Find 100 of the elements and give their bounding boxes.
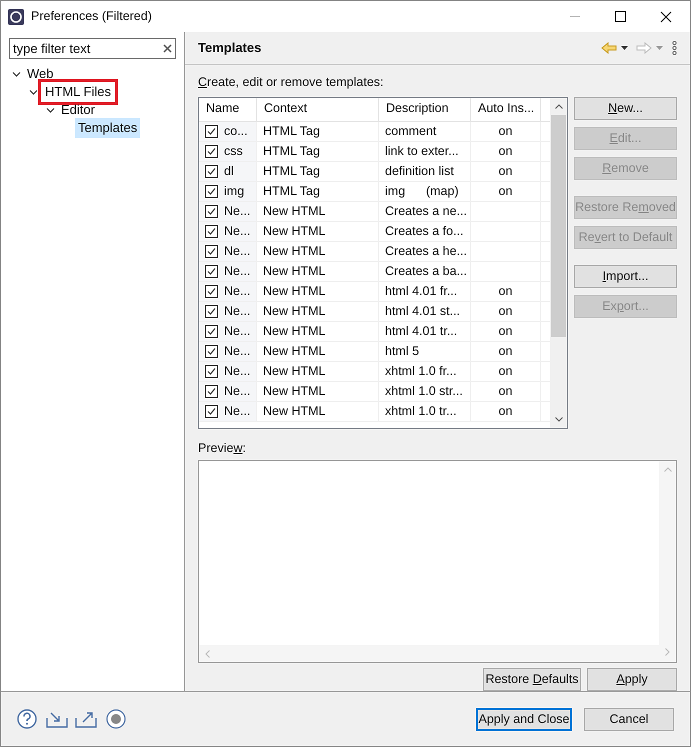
checkbox[interactable] xyxy=(205,204,218,218)
table-cell-text: New HTML xyxy=(263,282,326,300)
table-cell-text: Ne... xyxy=(224,262,250,280)
table-cell-text: New HTML xyxy=(263,242,326,260)
table-cell-text: Ne... xyxy=(224,282,250,300)
table-cell-text: on xyxy=(498,282,512,300)
table-cell-text: New HTML xyxy=(263,302,326,320)
checkbox[interactable] xyxy=(205,224,218,238)
checkbox[interactable] xyxy=(205,404,218,418)
table-cell-text: comment xyxy=(385,122,436,140)
table-cell-text: html 4.01 fr... xyxy=(385,282,458,300)
scrollbar[interactable] xyxy=(550,98,567,428)
table-cell-text: dl xyxy=(224,162,234,180)
intro-text: Create, edit or remove templates: xyxy=(198,74,385,91)
checkbox[interactable] xyxy=(205,244,218,258)
table-cell-text: on xyxy=(498,382,512,400)
column-header[interactable]: Auto Ins... xyxy=(471,98,541,121)
close-icon[interactable] xyxy=(660,10,672,22)
table-cell-text: New HTML xyxy=(263,262,326,280)
table-cell-text: on xyxy=(498,322,512,340)
checkbox[interactable] xyxy=(205,124,218,138)
scroll-up-icon[interactable] xyxy=(554,104,562,109)
table-cell-text: New HTML xyxy=(263,222,326,240)
tree-item[interactable]: HTML Files xyxy=(41,82,115,102)
column-header[interactable]: Description xyxy=(379,98,471,121)
checkbox[interactable] xyxy=(205,324,218,338)
table-cell-text: img xyxy=(224,182,244,200)
record-icon[interactable] xyxy=(106,709,126,729)
app-icon xyxy=(7,8,25,26)
table-cell-text: co... xyxy=(224,122,248,140)
table-cell-text: on xyxy=(498,302,512,320)
checkbox[interactable] xyxy=(205,304,218,318)
table-cell-text: xhtml 1.0 str... xyxy=(385,382,463,400)
table-cell-text: Creates a ne... xyxy=(385,202,467,220)
scroll-down-icon[interactable] xyxy=(554,416,562,422)
table-cell-text: Ne... xyxy=(224,362,250,380)
table-cell-text: on xyxy=(498,162,512,180)
column-header[interactable]: Name xyxy=(199,98,257,121)
table-cell-text: New HTML xyxy=(263,202,326,220)
table-cell-text: Ne... xyxy=(224,322,250,340)
table-cell-text: HTML Tag xyxy=(263,142,320,160)
table-cell-text: definition list xyxy=(385,162,454,180)
tree-item[interactable]: Templates xyxy=(75,118,140,138)
checkbox[interactable] xyxy=(205,284,218,298)
table-cell-text: Ne... xyxy=(224,302,250,320)
table-cell-text: New HTML xyxy=(263,322,326,340)
table-cell-text: css xyxy=(224,142,243,160)
table-cell-text: New HTML xyxy=(263,342,326,360)
table-cell-text: html 5 xyxy=(385,342,420,360)
footer-button[interactable]: Restore Defaults xyxy=(483,668,581,691)
table-cell-text: Ne... xyxy=(224,402,250,420)
checkbox[interactable] xyxy=(205,144,218,158)
dialog-button[interactable]: Apply and Close xyxy=(476,708,572,730)
filter-field[interactable]: type filter text xyxy=(9,38,176,59)
checkbox[interactable] xyxy=(205,184,218,198)
table-cell-text: Ne... xyxy=(224,242,250,260)
help-icon[interactable] xyxy=(17,709,37,729)
checkbox[interactable] xyxy=(205,164,218,178)
table-cell-text: html 4.01 st... xyxy=(385,302,460,320)
table-cell-text: Creates a ba... xyxy=(385,262,467,280)
chevron-down-icon[interactable] xyxy=(46,106,55,114)
import-icon[interactable] xyxy=(46,710,68,728)
checkbox[interactable] xyxy=(205,364,218,378)
checkbox[interactable] xyxy=(205,384,218,398)
table-cell-text: on xyxy=(498,142,512,160)
dropdown-icon[interactable] xyxy=(621,46,628,50)
export-icon[interactable] xyxy=(75,710,97,728)
table-cell-text: Creates a fo... xyxy=(385,222,464,240)
table-cell-text: on xyxy=(498,342,512,360)
table-cell-text: html 4.01 tr... xyxy=(385,322,458,340)
window-title: Preferences (Filtered) xyxy=(31,8,152,26)
tree-item[interactable]: Editor xyxy=(58,100,98,120)
page-title: Templates xyxy=(198,39,262,58)
side-button[interactable]: Import... xyxy=(574,264,677,288)
dialog-button[interactable]: Cancel xyxy=(584,708,674,730)
clear-icon[interactable] xyxy=(163,44,172,53)
table-cell-text: Ne... xyxy=(224,222,250,240)
table-cell-text: HTML Tag xyxy=(263,162,320,180)
table-cell-text: xhtml 1.0 fr... xyxy=(385,362,457,380)
table-cell-text: New HTML xyxy=(263,402,326,420)
table-cell-text: Ne... xyxy=(224,382,250,400)
table-cell-text: on xyxy=(498,402,512,420)
footer-button[interactable]: Apply xyxy=(587,668,677,691)
table-cell-text: on xyxy=(498,182,512,200)
table-cell-text: img (map) xyxy=(385,182,459,200)
table-cell-text: on xyxy=(498,122,512,140)
tree-item[interactable]: Web xyxy=(24,64,56,84)
table-cell-text: Ne... xyxy=(224,202,250,220)
checkbox[interactable] xyxy=(205,264,218,278)
table-cell-text: xhtml 1.0 tr... xyxy=(385,402,457,420)
chevron-down-icon[interactable] xyxy=(29,88,38,96)
column-header[interactable]: Context xyxy=(257,98,379,121)
table-cell-text: New HTML xyxy=(263,382,326,400)
chevron-down-icon[interactable] xyxy=(12,70,21,78)
table-cell-text: link to exter... xyxy=(385,142,459,160)
maximize-icon[interactable] xyxy=(615,11,626,22)
table-cell-text: New HTML xyxy=(263,362,326,380)
more-icon[interactable] xyxy=(672,41,677,55)
checkbox[interactable] xyxy=(205,344,218,358)
side-button[interactable]: New... xyxy=(574,96,677,120)
